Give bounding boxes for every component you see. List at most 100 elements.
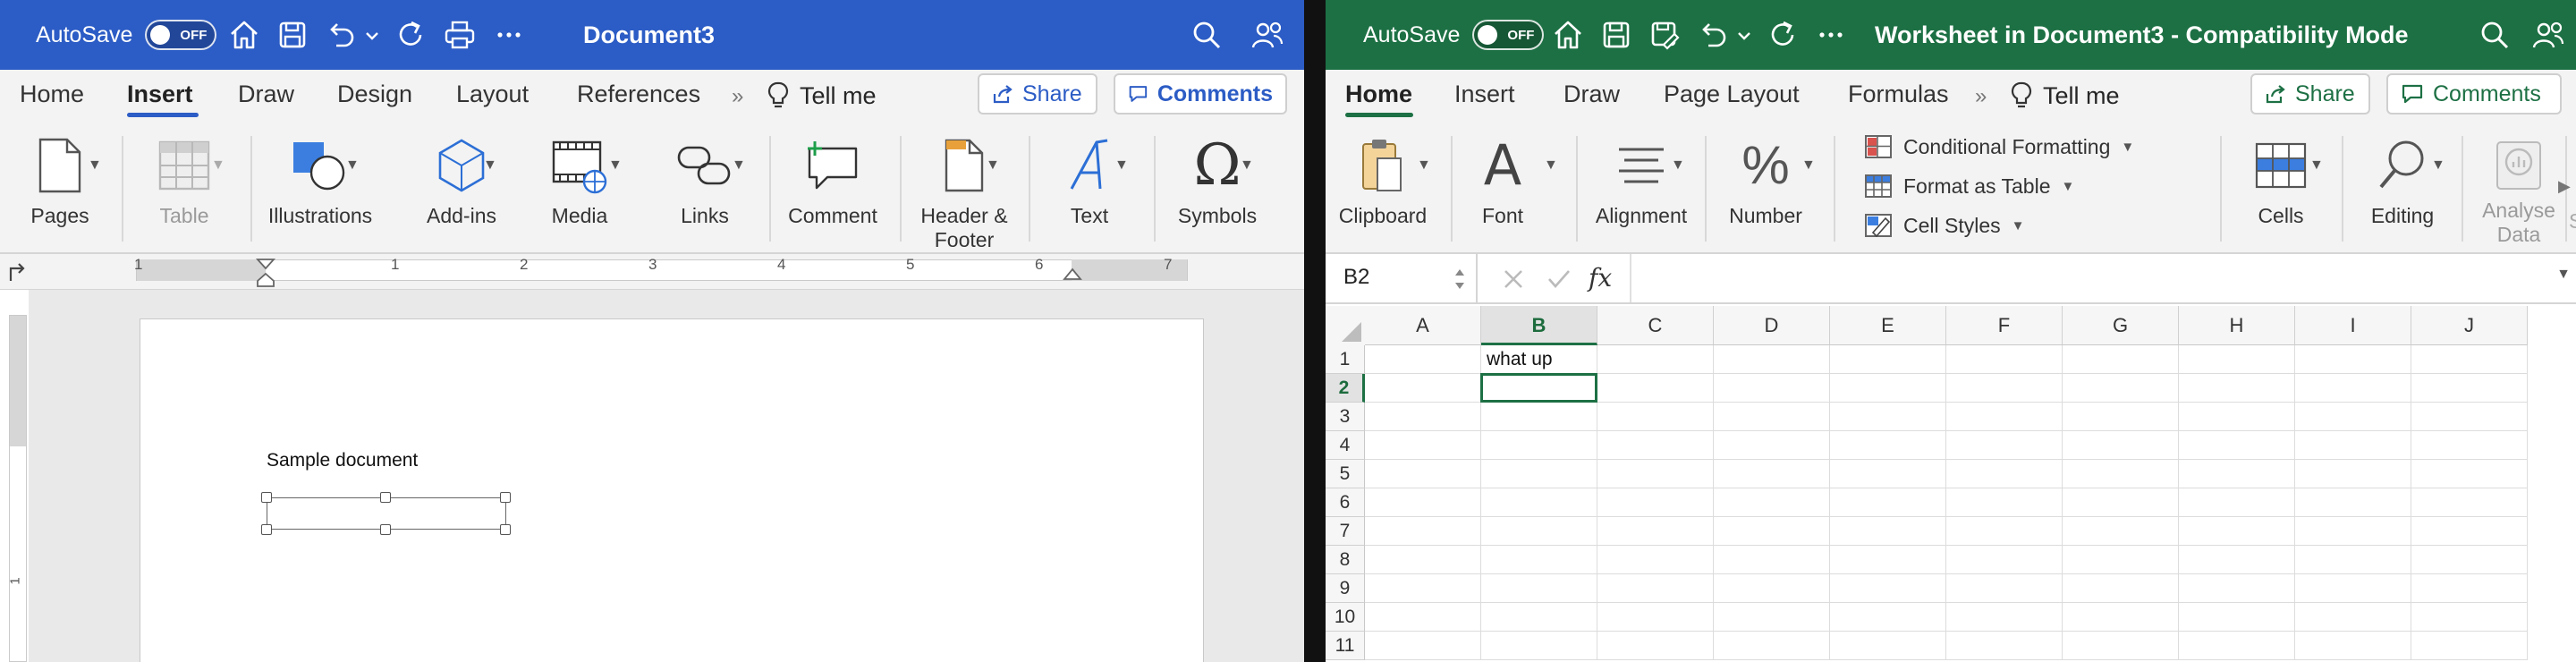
tell-me[interactable]: Tell me xyxy=(766,81,877,111)
more-icon[interactable] xyxy=(492,18,526,52)
ribbon-scroll-right-icon[interactable]: ▶ xyxy=(2558,177,2571,196)
save-icon[interactable] xyxy=(1599,18,1633,52)
comment-button[interactable]: Comment xyxy=(784,132,882,228)
pages-dropdown-icon[interactable]: ▼ xyxy=(88,157,102,174)
cells-button[interactable]: Cells xyxy=(2234,132,2327,228)
formula-input[interactable] xyxy=(1633,254,2549,302)
alignment-button[interactable]: Alignment xyxy=(1592,132,1690,228)
row-header-5[interactable]: 5 xyxy=(1326,460,1365,488)
links-button[interactable]: Links xyxy=(660,132,750,228)
text-dropdown-icon[interactable]: ▼ xyxy=(1114,157,1129,174)
media-dropdown-icon[interactable]: ▼ xyxy=(608,157,623,174)
search-icon[interactable] xyxy=(1190,18,1224,52)
row-header-3[interactable]: 3 xyxy=(1326,403,1365,431)
column-header-a[interactable]: A xyxy=(1365,306,1481,345)
redo-icon[interactable] xyxy=(394,18,428,52)
share-button[interactable]: Share xyxy=(978,73,1097,115)
save-icon[interactable] xyxy=(275,18,309,52)
comments-button[interactable]: Comments xyxy=(2386,73,2562,115)
tab-draw[interactable]: Draw xyxy=(1563,81,1620,108)
addins-dropdown-icon[interactable]: ▼ xyxy=(483,157,497,174)
resize-handle[interactable] xyxy=(261,524,272,535)
text-button[interactable]: Text xyxy=(1045,132,1134,228)
undo-dropdown-icon[interactable] xyxy=(1733,18,1755,52)
column-header-h[interactable]: H xyxy=(2179,306,2295,345)
media-button[interactable]: Media xyxy=(535,132,624,228)
undo-dropdown-icon[interactable] xyxy=(361,18,383,52)
document-page[interactable] xyxy=(140,318,1204,662)
name-box-stepper-icon[interactable] xyxy=(1453,265,1467,293)
column-header-j[interactable]: J xyxy=(2411,306,2528,345)
tab-home[interactable]: Home xyxy=(1345,81,1412,108)
table-button[interactable]: Table xyxy=(140,132,229,228)
selected-cell[interactable] xyxy=(1480,373,1597,403)
share-button[interactable]: Share xyxy=(2250,73,2370,115)
insert-function-icon[interactable]: fx xyxy=(1589,263,1612,293)
pages-button[interactable]: Pages xyxy=(20,132,100,228)
addins-button[interactable]: Add-ins xyxy=(417,132,506,228)
tab-draw[interactable]: Draw xyxy=(238,81,294,108)
tell-me[interactable]: Tell me xyxy=(2009,81,2120,111)
expand-formula-bar-icon[interactable]: ▼ xyxy=(2556,267,2571,283)
illustrations-dropdown-icon[interactable]: ▼ xyxy=(345,157,360,174)
editing-dropdown-icon[interactable]: ▼ xyxy=(2431,157,2445,174)
autosave-toggle[interactable]: OFF xyxy=(1472,20,1545,50)
column-header-b[interactable]: B xyxy=(1481,306,1597,345)
more-icon[interactable] xyxy=(1814,18,1848,52)
number-dropdown-icon[interactable]: ▼ xyxy=(1801,157,1816,174)
account-icon[interactable] xyxy=(2531,18,2565,52)
vertical-ruler[interactable]: 1 xyxy=(8,315,27,662)
font-dropdown-icon[interactable]: ▼ xyxy=(1544,157,1558,174)
cell-b1[interactable]: what up xyxy=(1487,349,1553,370)
column-header-d[interactable]: D xyxy=(1714,306,1830,345)
resize-handle[interactable] xyxy=(380,492,391,503)
analyse-data-button[interactable]: Analyse Data xyxy=(2474,132,2563,247)
autosave[interactable]: AutoSave OFF xyxy=(1363,20,1545,50)
tab-layout[interactable]: Layout xyxy=(456,81,529,108)
row-header-9[interactable]: 9 xyxy=(1326,574,1365,603)
search-icon[interactable] xyxy=(2478,18,2512,52)
row-header-11[interactable]: 11 xyxy=(1326,632,1365,660)
column-header-i[interactable]: I xyxy=(2295,306,2411,345)
row-header-1[interactable]: 1 xyxy=(1326,345,1365,374)
autosave-toggle[interactable]: OFF xyxy=(145,20,217,50)
tab-formulas[interactable]: Formulas xyxy=(1848,81,1949,108)
row-header-8[interactable]: 8 xyxy=(1326,546,1365,574)
cancel-icon[interactable] xyxy=(1501,267,1526,292)
comments-button[interactable]: Comments xyxy=(1114,73,1287,115)
tab-stop-icon[interactable] xyxy=(7,261,27,283)
print-icon[interactable] xyxy=(443,18,477,52)
spreadsheet-grid[interactable]: A B C D E F G H I J 1 2 3 4 5 6 7 8 9 10 11 what up xyxy=(1326,306,2576,662)
document-text[interactable]: Sample document xyxy=(267,450,418,471)
resize-handle[interactable] xyxy=(261,492,272,503)
row-header-7[interactable]: 7 xyxy=(1326,517,1365,546)
undo-icon[interactable] xyxy=(324,18,358,52)
symbols-button[interactable]: Ω Symbols xyxy=(1168,132,1267,228)
tab-insert[interactable]: Insert xyxy=(1454,81,1515,108)
redo-icon[interactable] xyxy=(1766,18,1800,52)
conditional-formatting-button[interactable]: Conditional Formatting ▼ xyxy=(1864,134,2134,159)
home-icon[interactable] xyxy=(227,18,261,52)
more-tabs-icon[interactable]: » xyxy=(732,84,743,109)
resize-handle[interactable] xyxy=(380,524,391,535)
editing-button[interactable]: Editing xyxy=(2356,132,2449,228)
links-dropdown-icon[interactable]: ▼ xyxy=(732,157,746,174)
symbols-dropdown-icon[interactable]: ▼ xyxy=(1240,157,1254,174)
header-footer-button[interactable]: Header & Footer xyxy=(916,132,1013,252)
row-header-4[interactable]: 4 xyxy=(1326,431,1365,460)
tab-home[interactable]: Home xyxy=(20,81,84,108)
tab-references[interactable]: References xyxy=(577,81,700,108)
tab-design[interactable]: Design xyxy=(337,81,412,108)
alignment-dropdown-icon[interactable]: ▼ xyxy=(1671,157,1685,174)
right-indent-marker-icon[interactable] xyxy=(1063,267,1082,284)
resize-handle[interactable] xyxy=(500,524,511,535)
horizontal-ruler[interactable]: 1 1 2 3 4 5 6 7 xyxy=(0,254,1304,290)
home-icon[interactable] xyxy=(1551,18,1585,52)
resize-handle[interactable] xyxy=(500,492,511,503)
illustrations-button[interactable]: Illustrations xyxy=(267,132,374,228)
column-header-e[interactable]: E xyxy=(1830,306,1946,345)
undo-icon[interactable] xyxy=(1696,18,1730,52)
clipboard-button[interactable]: Clipboard xyxy=(1338,132,1428,228)
clipboard-dropdown-icon[interactable]: ▼ xyxy=(1417,157,1431,174)
tab-insert[interactable]: Insert xyxy=(127,81,193,108)
